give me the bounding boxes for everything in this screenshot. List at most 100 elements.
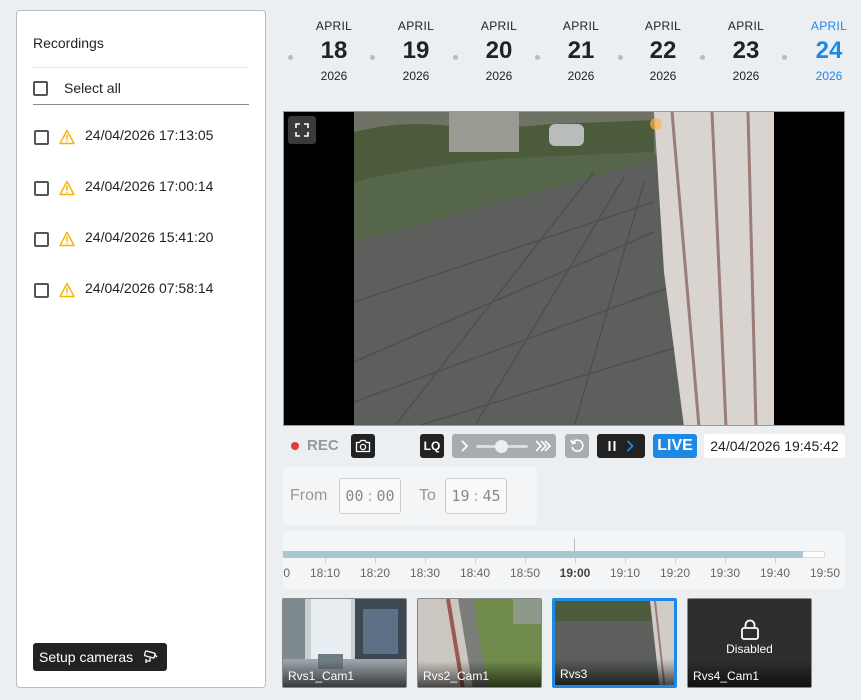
replay-button[interactable] — [565, 434, 589, 458]
warning-icon — [59, 231, 75, 247]
date-item[interactable]: APRIL 20 2026 — [469, 18, 529, 84]
current-timestamp: 24/04/2026 19:45:42 — [704, 434, 845, 458]
camera-name: Rvs2_Cam1 — [418, 661, 541, 687]
select-all-row[interactable]: Select all — [33, 78, 121, 98]
timeline-label: 19:20 — [659, 566, 691, 580]
live-button[interactable]: LIVE — [653, 434, 697, 458]
divider — [33, 67, 249, 68]
timeline-cursor[interactable] — [574, 538, 575, 556]
to-minutes: 45 — [482, 487, 501, 505]
camera-feed-image — [354, 112, 774, 425]
date-year: 2026 — [815, 69, 843, 83]
recording-item[interactable]: 24/04/2026 07:58:14 — [34, 280, 254, 331]
date-day: 22 — [649, 37, 677, 64]
camera-thumbnail-selected[interactable]: Rvs3 — [552, 598, 677, 688]
timeline-label: 18:30 — [409, 566, 441, 580]
warning-icon — [59, 129, 75, 145]
rec-dot — [291, 441, 299, 450]
date-day: 20 — [485, 37, 513, 64]
timeline-label: 19:10 — [609, 566, 641, 580]
date-year: 2026 — [320, 69, 348, 83]
pause-play-button[interactable] — [597, 434, 645, 458]
date-separator-dot — [453, 55, 458, 60]
camera-thumbnail[interactable]: Rvs2_Cam1 — [417, 598, 542, 688]
timeline-tick — [425, 558, 426, 563]
date-month: APRIL — [810, 19, 848, 33]
timeline-label: 18:40 — [459, 566, 491, 580]
date-item-selected[interactable]: APRIL 24 2026 — [799, 18, 859, 84]
quality-toggle-button[interactable]: LQ — [420, 434, 444, 458]
date-item[interactable]: APRIL 19 2026 — [386, 18, 446, 84]
timeline-label: 18:00 — [283, 566, 291, 580]
setup-cameras-button[interactable]: Setup cameras — [33, 643, 168, 671]
timeline-label: 19:40 — [759, 566, 791, 580]
time-range-filter: From 00:00 To 19:45 — [283, 467, 537, 525]
chevron-right-icon — [626, 440, 634, 452]
date-separator-dot — [782, 55, 787, 60]
from-label: From — [290, 487, 328, 504]
recording-timestamp: 24/04/2026 15:41:20 — [85, 229, 214, 245]
date-separator-dot — [535, 55, 540, 60]
warning-icon — [59, 180, 75, 196]
date-item[interactable]: APRIL 23 2026 — [716, 18, 776, 84]
pause-icon — [608, 441, 616, 451]
timeline-tick — [325, 558, 326, 563]
date-item[interactable]: APRIL 21 2026 — [551, 18, 611, 84]
recording-item[interactable]: 24/04/2026 17:13:05 — [34, 127, 254, 178]
camera-name: Rvs4_Cam1 — [688, 661, 811, 687]
date-separator-dot — [288, 55, 293, 60]
camera-name: Rvs3 — [555, 659, 674, 685]
camera-thumbnail-disabled[interactable]: Disabled Rvs4_Cam1 — [687, 598, 812, 688]
date-year: 2026 — [485, 69, 513, 83]
fullscreen-icon — [295, 123, 309, 137]
recording-item[interactable]: 24/04/2026 17:00:14 — [34, 178, 254, 229]
date-year: 2026 — [567, 69, 595, 83]
playback-speed-slider[interactable] — [452, 434, 556, 458]
timeline-tick — [375, 558, 376, 563]
recording-timestamp: 24/04/2026 17:00:14 — [85, 178, 214, 194]
date-month: APRIL — [562, 19, 600, 33]
recording-checkbox[interactable] — [34, 181, 49, 196]
date-year: 2026 — [649, 69, 677, 83]
fast-forward-icon — [535, 440, 552, 452]
recording-timestamp: 24/04/2026 07:58:14 — [85, 280, 214, 296]
date-year: 2026 — [732, 69, 760, 83]
date-selector: APRIL 18 2026 APRIL 19 2026 APRIL 20 2026 APRI… — [283, 18, 847, 98]
date-month: APRIL — [315, 19, 353, 33]
camera-status-text: Disabled — [726, 642, 773, 656]
timeline-label: 19:30 — [709, 566, 741, 580]
camera-name: Rvs1_Cam1 — [283, 661, 406, 687]
recording-item[interactable]: 24/04/2026 15:41:20 — [34, 229, 254, 280]
rec-label: REC — [307, 437, 339, 454]
date-item[interactable]: APRIL 18 2026 — [304, 18, 364, 84]
fullscreen-button[interactable] — [288, 116, 316, 144]
snapshot-button[interactable] — [351, 434, 375, 458]
recordings-title: Recordings — [33, 35, 104, 51]
date-month: APRIL — [397, 19, 435, 33]
camera-thumbnail[interactable]: Rvs1_Cam1 — [282, 598, 407, 688]
recording-checkbox[interactable] — [34, 232, 49, 247]
timeline-tick — [725, 558, 726, 563]
timeline-label: 18:20 — [359, 566, 391, 580]
date-item[interactable]: APRIL 22 2026 — [633, 18, 693, 84]
recording-checkbox[interactable] — [34, 283, 49, 298]
speed-knob[interactable] — [495, 440, 508, 453]
date-separator-dot — [700, 55, 705, 60]
select-all-checkbox[interactable] — [33, 80, 48, 96]
date-separator-dot — [618, 55, 623, 60]
lock-icon — [741, 619, 759, 640]
timeline-label: 18:10 — [309, 566, 341, 580]
to-label: To — [419, 487, 436, 504]
date-month: APRIL — [644, 19, 682, 33]
timeline[interactable]: 18:00 18:10 18:20 18:30 18:40 18:50 19:0… — [283, 531, 845, 589]
date-day: 18 — [320, 37, 348, 64]
video-player[interactable] — [283, 111, 845, 426]
rec-indicator: REC — [291, 437, 339, 454]
timeline-label: 18:50 — [509, 566, 541, 580]
setup-cameras-label: Setup cameras — [39, 649, 134, 665]
to-time-input[interactable]: 19:45 — [445, 478, 507, 514]
from-time-input[interactable]: 00:00 — [339, 478, 401, 514]
recording-checkbox[interactable] — [34, 130, 49, 145]
timeline-tick — [625, 558, 626, 563]
timeline-tick — [775, 558, 776, 563]
